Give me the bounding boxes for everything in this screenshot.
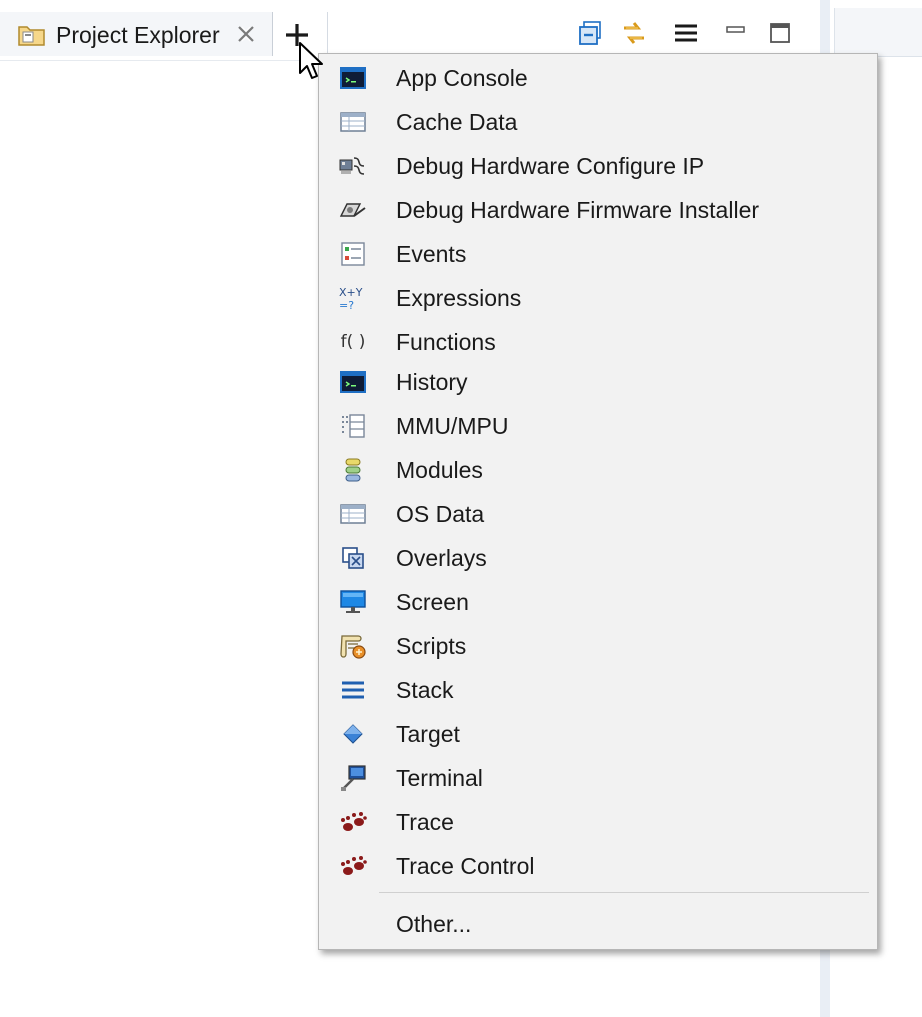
menu-item-label: App Console bbox=[396, 65, 528, 91]
menu-item-label: Target bbox=[396, 721, 460, 747]
table-icon bbox=[337, 500, 369, 528]
maximize-icon[interactable] bbox=[766, 19, 794, 47]
scripts-icon bbox=[337, 632, 369, 660]
menu-item-cache-data[interactable]: Cache Data bbox=[319, 100, 877, 144]
menu-item-stack[interactable]: Stack bbox=[319, 668, 877, 712]
functions-icon: f( ) bbox=[340, 332, 366, 352]
menu-item-trace[interactable]: Trace bbox=[319, 800, 877, 844]
menu-separator bbox=[379, 892, 869, 893]
view-tab-bar: Project Explorer bbox=[0, 0, 820, 61]
menu-item-scripts[interactable]: Scripts bbox=[319, 624, 877, 668]
menu-item-label: History bbox=[396, 369, 468, 395]
close-icon[interactable] bbox=[234, 22, 258, 46]
menu-item-label: Overlays bbox=[396, 545, 487, 571]
menu-item-os-data[interactable]: OS Data bbox=[319, 492, 877, 536]
menu-item-label: Expressions bbox=[396, 285, 522, 311]
menu-item-debug-hardware-firmware-installer[interactable]: Debug Hardware Firmware Installer bbox=[319, 188, 877, 232]
menu-item-label: Debug Hardware Firmware Installer bbox=[396, 197, 760, 223]
expressions-icon: X+Y =? bbox=[337, 284, 369, 312]
folder-project-icon bbox=[18, 26, 45, 46]
console-icon bbox=[337, 368, 369, 396]
events-icon bbox=[337, 240, 369, 268]
terminal-icon bbox=[337, 764, 369, 792]
view-menu-icon[interactable] bbox=[672, 19, 700, 47]
menu-item-label: Trace Control bbox=[396, 853, 535, 879]
collapse-all-icon[interactable] bbox=[577, 19, 605, 47]
menu-item-debug-hardware-configure-ip[interactable]: Debug Hardware Configure IP bbox=[319, 144, 877, 188]
menu-item-app-console[interactable]: App Console bbox=[319, 56, 877, 100]
menu-item-label: Scripts bbox=[396, 633, 467, 659]
menu-item-label: Cache Data bbox=[396, 109, 518, 135]
svg-text:=?: =? bbox=[339, 299, 354, 312]
menu-item-label: Modules bbox=[396, 457, 483, 483]
firmware-installer-icon bbox=[337, 196, 369, 224]
menu-item-label: Stack bbox=[396, 677, 454, 703]
menu-item-label: Terminal bbox=[396, 765, 483, 791]
menu-item-label: MMU/MPU bbox=[396, 413, 509, 439]
menu-item-other[interactable]: Other... bbox=[319, 902, 877, 946]
target-diamond-icon bbox=[337, 720, 369, 748]
menu-item-target[interactable]: Target bbox=[319, 712, 877, 756]
trace-paw-icon bbox=[337, 808, 369, 836]
menu-item-label: Screen bbox=[396, 589, 469, 615]
menu-item-label: Other... bbox=[396, 911, 472, 937]
mmu-icon bbox=[337, 412, 369, 440]
right-panel-header bbox=[834, 8, 922, 57]
monitor-icon bbox=[337, 588, 369, 616]
menu-item-label: Events bbox=[396, 241, 467, 267]
menu-item-expressions[interactable]: X+Y =? Expressions bbox=[319, 276, 877, 320]
menu-item-mmu-mpu[interactable]: MMU/MPU bbox=[319, 404, 877, 448]
menu-item-modules[interactable]: Modules bbox=[319, 448, 877, 492]
console-icon bbox=[337, 64, 369, 92]
table-icon bbox=[337, 108, 369, 136]
menu-item-terminal[interactable]: Terminal bbox=[319, 756, 877, 800]
stack-icon bbox=[337, 676, 369, 704]
overlays-icon bbox=[337, 544, 369, 572]
menu-item-label: Debug Hardware Configure IP bbox=[396, 153, 705, 179]
menu-item-label: OS Data bbox=[396, 501, 485, 527]
menu-item-history[interactable]: History bbox=[319, 360, 877, 404]
minimize-icon[interactable] bbox=[722, 19, 750, 47]
menu-item-label: Trace bbox=[396, 809, 454, 835]
tab-project-explorer[interactable]: Project Explorer bbox=[0, 12, 273, 56]
modules-icon bbox=[337, 456, 369, 484]
menu-item-screen[interactable]: Screen bbox=[319, 580, 877, 624]
menu-item-trace-control[interactable]: Trace Control bbox=[319, 844, 877, 888]
menu-item-events[interactable]: Events bbox=[319, 232, 877, 276]
mouse-cursor-icon bbox=[299, 42, 323, 79]
tab-title: Project Explorer bbox=[56, 22, 220, 48]
menu-item-overlays[interactable]: Overlays bbox=[319, 536, 877, 580]
link-with-editor-icon[interactable] bbox=[620, 19, 648, 47]
menu-item-label: Functions bbox=[396, 329, 496, 355]
hardware-config-icon bbox=[337, 152, 369, 180]
svg-text:X+Y: X+Y bbox=[339, 286, 363, 299]
show-view-menu: App Console Cache Data Debug Hardware Co… bbox=[318, 53, 878, 950]
menu-item-functions[interactable]: f( ) Functions bbox=[319, 320, 877, 364]
trace-paw-icon bbox=[337, 852, 369, 880]
